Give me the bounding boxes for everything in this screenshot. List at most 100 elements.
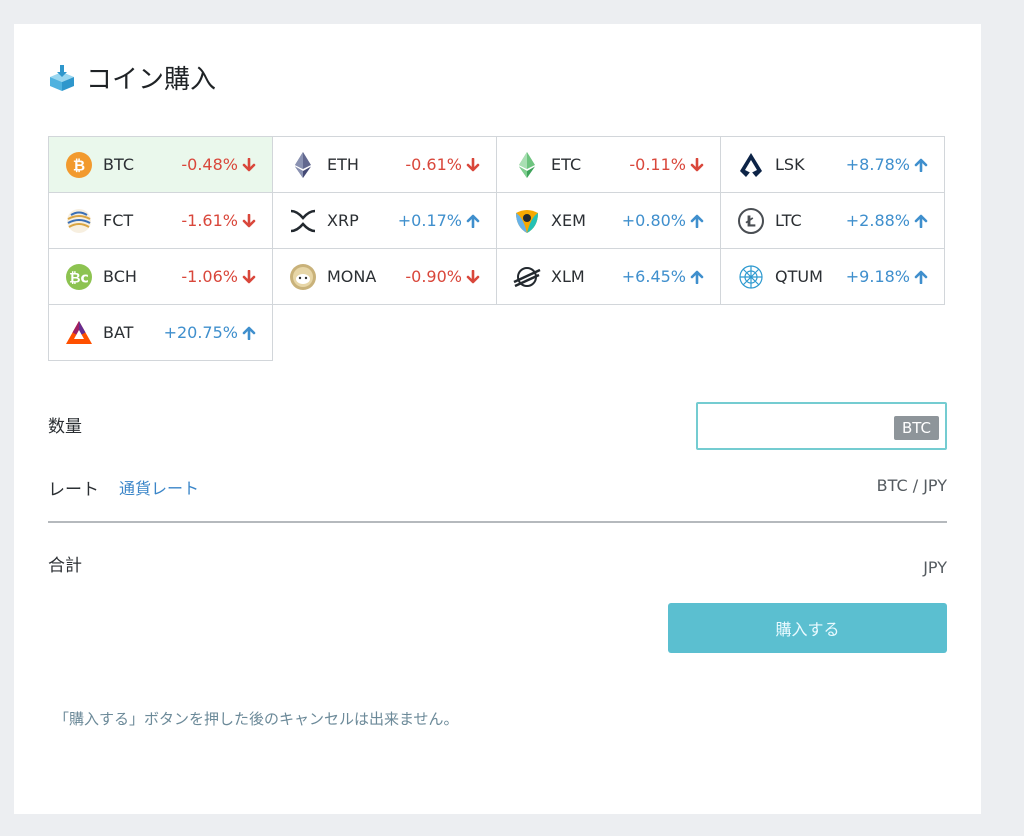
coin-symbol: BCH bbox=[103, 267, 137, 286]
coin-option-etc[interactable]: ETC -0.11% bbox=[496, 136, 721, 193]
page-title-text: コイン購入 bbox=[86, 65, 217, 95]
divider bbox=[48, 521, 947, 523]
coin-change-value: +6.45% bbox=[621, 267, 686, 286]
coin-price-change: +9.18% bbox=[846, 267, 928, 286]
svg-text:₿: ₿ bbox=[73, 156, 85, 174]
coin-price-change: -1.61% bbox=[181, 211, 256, 230]
coin-option-ltc[interactable]: Ł LTC +2.88% bbox=[720, 192, 945, 249]
arrow-up-icon bbox=[690, 270, 704, 284]
coin-symbol: MONA bbox=[327, 267, 377, 286]
arrow-down-icon bbox=[242, 213, 256, 228]
total-currency: JPY bbox=[923, 558, 947, 577]
coin-symbol: XRP bbox=[327, 211, 359, 230]
coin-symbol: BTC bbox=[103, 155, 134, 174]
coin-symbol: BAT bbox=[103, 323, 134, 342]
bat-icon bbox=[65, 319, 93, 347]
arrow-up-icon bbox=[690, 214, 704, 228]
page-title: コイン購入 bbox=[48, 59, 216, 96]
purchase-panel: コイン購入 ₿ BTC -0.48% ETH -0.61% ETC -0.11% LSK +8.… bbox=[14, 24, 981, 814]
coin-change-value: +2.88% bbox=[845, 211, 910, 230]
quantity-unit-badge: BTC bbox=[893, 416, 939, 440]
coin-change-value: -0.48% bbox=[181, 155, 238, 174]
nem-icon bbox=[513, 207, 541, 235]
coin-option-qtum[interactable]: QTUM +9.18% bbox=[720, 248, 945, 305]
coin-symbol: LSK bbox=[775, 155, 805, 174]
coin-change-value: -1.06% bbox=[181, 267, 238, 286]
coin-option-xrp[interactable]: XRP +0.17% bbox=[272, 192, 497, 249]
factom-icon bbox=[65, 207, 93, 235]
coin-price-change: -0.61% bbox=[405, 155, 480, 174]
ethereum-icon bbox=[289, 151, 317, 179]
arrow-up-icon bbox=[914, 270, 928, 284]
svg-text:Ł: Ł bbox=[745, 212, 756, 230]
coin-change-value: +0.17% bbox=[397, 211, 462, 230]
quantity-input[interactable] bbox=[706, 412, 880, 442]
coin-symbol: ETH bbox=[327, 155, 359, 174]
coin-option-bat[interactable]: BAT +20.75% bbox=[48, 304, 273, 361]
coin-change-value: +8.78% bbox=[845, 155, 910, 174]
arrow-down-icon bbox=[466, 269, 480, 284]
coin-change-value: -0.61% bbox=[405, 155, 462, 174]
arrow-down-icon bbox=[466, 157, 480, 172]
rate-label: レート bbox=[48, 480, 99, 500]
arrow-down-icon bbox=[242, 269, 256, 284]
coin-price-change: +8.78% bbox=[846, 155, 928, 174]
coin-row: BAT +20.75% bbox=[48, 304, 947, 361]
arrow-up-icon bbox=[914, 158, 928, 172]
buy-button[interactable]: 購入する bbox=[668, 603, 947, 653]
coin-symbol: ETC bbox=[551, 155, 582, 174]
coin-row: ₿c BCH -1.06% MONA -0.90% XLM +6.45% QTUM +9.18% bbox=[48, 248, 947, 305]
coin-symbol: FCT bbox=[103, 211, 134, 230]
ripple-icon bbox=[289, 207, 317, 235]
coin-option-xlm[interactable]: XLM +6.45% bbox=[496, 248, 721, 305]
coin-price-change: -1.06% bbox=[181, 267, 256, 286]
coin-price-change: +2.88% bbox=[846, 211, 928, 230]
coin-price-change: -0.11% bbox=[629, 155, 704, 174]
coin-change-value: +9.18% bbox=[845, 267, 910, 286]
quantity-field[interactable]: BTC bbox=[696, 402, 947, 450]
lisk-icon bbox=[737, 151, 765, 179]
bitcoin-cash-icon: ₿c bbox=[65, 263, 93, 291]
svg-text:₿c: ₿c bbox=[69, 270, 89, 286]
box-download-icon bbox=[48, 64, 76, 92]
coin-change-value: -0.90% bbox=[405, 267, 462, 286]
arrow-up-icon bbox=[466, 214, 480, 228]
quantity-label: 数量 bbox=[48, 417, 82, 437]
coin-price-change: +20.75% bbox=[164, 323, 256, 342]
monacoin-icon bbox=[289, 263, 317, 291]
coin-option-eth[interactable]: ETH -0.61% bbox=[272, 136, 497, 193]
coin-row: FCT -1.61% XRP +0.17% XEM +0.80% Ł LTC +2.88% bbox=[48, 192, 947, 249]
coin-price-change: -0.48% bbox=[181, 155, 256, 174]
stellar-icon bbox=[513, 263, 541, 291]
coin-change-value: +0.80% bbox=[621, 211, 686, 230]
coin-option-mona[interactable]: MONA -0.90% bbox=[272, 248, 497, 305]
coin-option-btc[interactable]: ₿ BTC -0.48% bbox=[48, 136, 273, 193]
litecoin-icon: Ł bbox=[737, 207, 765, 235]
coin-symbol: QTUM bbox=[775, 267, 823, 286]
ethereum-classic-icon bbox=[513, 151, 541, 179]
coin-price-change: +6.45% bbox=[622, 267, 704, 286]
qtum-icon bbox=[737, 263, 765, 291]
coin-option-fct[interactable]: FCT -1.61% bbox=[48, 192, 273, 249]
coin-option-bch[interactable]: ₿c BCH -1.06% bbox=[48, 248, 273, 305]
arrow-up-icon bbox=[242, 326, 256, 340]
coin-row: ₿ BTC -0.48% ETH -0.61% ETC -0.11% LSK +8.78% bbox=[48, 136, 947, 193]
cancel-notice: 「購入する」ボタンを押した後のキャンセルは出来ません。 bbox=[54, 710, 459, 728]
coin-change-value: -0.11% bbox=[629, 155, 686, 174]
arrow-up-icon bbox=[914, 214, 928, 228]
coin-symbol: XEM bbox=[551, 211, 586, 230]
coin-selector-grid: ₿ BTC -0.48% ETH -0.61% ETC -0.11% LSK +8.78% FCT… bbox=[48, 136, 947, 361]
coin-option-lsk[interactable]: LSK +8.78% bbox=[720, 136, 945, 193]
arrow-down-icon bbox=[242, 157, 256, 172]
coin-change-value: +20.75% bbox=[163, 323, 238, 342]
coin-change-value: -1.61% bbox=[181, 211, 238, 230]
coin-price-change: -0.90% bbox=[405, 267, 480, 286]
coin-price-change: +0.80% bbox=[622, 211, 704, 230]
coin-symbol: XLM bbox=[551, 267, 585, 286]
currency-rate-link[interactable]: 通貨レート bbox=[119, 475, 199, 499]
arrow-down-icon bbox=[690, 157, 704, 172]
rate-pair: BTC / JPY bbox=[876, 476, 947, 495]
coin-option-xem[interactable]: XEM +0.80% bbox=[496, 192, 721, 249]
bitcoin-icon: ₿ bbox=[65, 151, 93, 179]
coin-symbol: LTC bbox=[775, 211, 802, 230]
